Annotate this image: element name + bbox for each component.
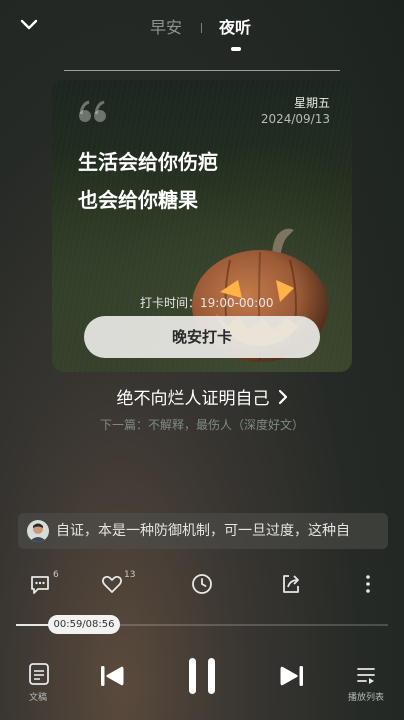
sleep-timer-button[interactable] xyxy=(190,572,214,596)
tab-divider xyxy=(201,23,202,33)
avatar xyxy=(27,520,49,542)
heart-icon xyxy=(101,575,123,593)
comment-icon xyxy=(31,576,49,594)
card-stack-edge xyxy=(64,70,340,71)
next-track[interactable]: 下一篇：不解释，最伤人（深度好文） xyxy=(0,416,404,433)
clock-icon xyxy=(192,574,212,594)
like-count: 13 xyxy=(124,570,136,580)
document-label: 文稿 xyxy=(28,693,47,703)
quote-line-1: 生活会给你伤疤 xyxy=(78,150,218,174)
more-button[interactable] xyxy=(356,572,380,596)
player-screen: 早安 夜听 星期五 2024/09/13 生活会给你伤疤 也会给你糖果 打卡时间… xyxy=(0,0,404,720)
top-tabs: 早安 夜听 xyxy=(0,16,404,40)
quote-card: 星期五 2024/09/13 生活会给你伤疤 也会给你糖果 打卡时间：19:00… xyxy=(52,80,352,372)
document-icon[interactable] xyxy=(28,662,50,686)
quote-icon xyxy=(79,100,106,122)
card-date: 2024/09/13 xyxy=(260,112,330,126)
previous-icon[interactable] xyxy=(98,663,126,689)
playlist-label: 播放列表 xyxy=(347,693,384,703)
playlist-icon[interactable] xyxy=(355,664,377,686)
comment-count: 6 xyxy=(53,570,59,580)
pause-icon[interactable] xyxy=(186,656,218,696)
tab-morning[interactable]: 早安 xyxy=(150,16,182,40)
tab-night[interactable]: 夜听 xyxy=(219,16,251,40)
like-button[interactable]: 13 xyxy=(100,570,135,596)
more-icon xyxy=(366,575,370,593)
comment-ticker[interactable]: 自证，本是一种防御机制，可一旦过度，这种自 xyxy=(18,513,388,549)
checkin-button[interactable]: 晚安打卡 xyxy=(84,316,320,358)
track-title-row[interactable]: 绝不向烂人证明自己 xyxy=(0,384,404,409)
share-button[interactable] xyxy=(279,572,303,596)
quote-line-2: 也会给你糖果 xyxy=(78,188,198,212)
progress-handle-time[interactable]: 00:59/08:56 xyxy=(48,615,120,634)
comment-text: 自证，本是一种防御机制，可一旦过度，这种自 xyxy=(56,523,350,539)
share-icon xyxy=(283,575,299,593)
checkin-time: 打卡时间：19:00-00:00 xyxy=(140,296,274,310)
track-title[interactable]: 绝不向烂人证明自己 xyxy=(117,384,270,409)
chevron-right-icon[interactable] xyxy=(278,389,288,405)
comment-button[interactable]: 6 xyxy=(28,570,59,596)
active-tab-indicator xyxy=(231,47,241,51)
next-icon[interactable] xyxy=(278,663,306,689)
card-weekday: 星期五 xyxy=(293,96,330,110)
